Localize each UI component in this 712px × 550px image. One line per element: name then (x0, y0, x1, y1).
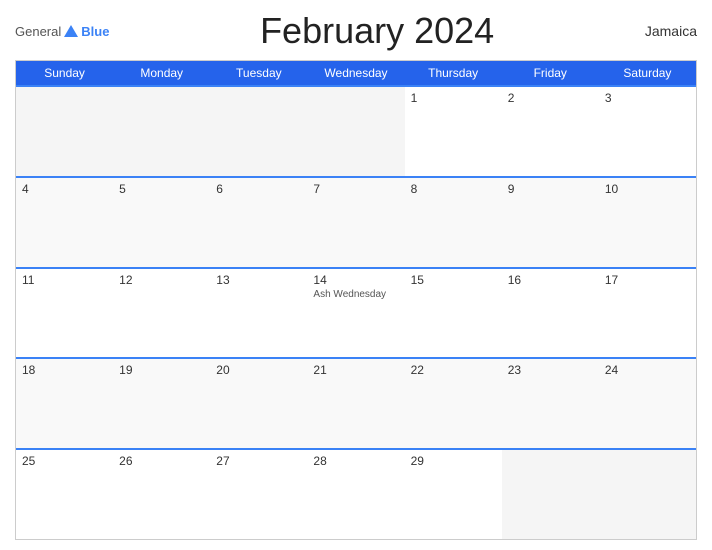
calendar-page: General Blue February 2024 Jamaica Sunda… (0, 0, 712, 550)
day-cell: 4 (16, 178, 113, 267)
day-cell: 10 (599, 178, 696, 267)
day-number: 10 (605, 182, 690, 196)
week-row-1: 123 (16, 85, 696, 176)
logo-triangle-icon (64, 25, 78, 37)
day-cell (307, 87, 404, 176)
day-header-thursday: Thursday (405, 61, 502, 85)
day-cell: 1 (405, 87, 502, 176)
day-cell: 3 (599, 87, 696, 176)
day-number: 4 (22, 182, 107, 196)
calendar-grid: SundayMondayTuesdayWednesdayThursdayFrid… (15, 60, 697, 540)
day-number: 9 (508, 182, 593, 196)
day-number: 12 (119, 273, 204, 287)
day-header-saturday: Saturday (599, 61, 696, 85)
day-number: 2 (508, 91, 593, 105)
day-number: 21 (313, 363, 398, 377)
day-cell (16, 87, 113, 176)
day-number: 14 (313, 273, 398, 287)
day-number: 23 (508, 363, 593, 377)
day-cell: 5 (113, 178, 210, 267)
day-cell: 12 (113, 269, 210, 358)
day-number: 1 (411, 91, 496, 105)
day-cell (210, 87, 307, 176)
day-header-sunday: Sunday (16, 61, 113, 85)
day-number: 13 (216, 273, 301, 287)
logo-general: General (15, 24, 61, 39)
day-number: 11 (22, 273, 107, 287)
day-number: 20 (216, 363, 301, 377)
day-header-monday: Monday (113, 61, 210, 85)
day-cell: 11 (16, 269, 113, 358)
day-cell: 14 Ash Wednesday (307, 269, 404, 358)
day-number: 7 (313, 182, 398, 196)
logo-blue: Blue (81, 24, 109, 39)
day-number: 27 (216, 454, 301, 468)
day-cell: 28 (307, 450, 404, 539)
day-number: 5 (119, 182, 204, 196)
day-cell: 18 (16, 359, 113, 448)
day-header-wednesday: Wednesday (307, 61, 404, 85)
day-header-tuesday: Tuesday (210, 61, 307, 85)
day-cell (113, 87, 210, 176)
day-cell: 21 (307, 359, 404, 448)
day-cell: 19 (113, 359, 210, 448)
day-number: 25 (22, 454, 107, 468)
day-number: 26 (119, 454, 204, 468)
day-number: 24 (605, 363, 690, 377)
day-cell: 22 (405, 359, 502, 448)
day-headers-row: SundayMondayTuesdayWednesdayThursdayFrid… (16, 61, 696, 85)
day-cell: 24 (599, 359, 696, 448)
day-cell: 2 (502, 87, 599, 176)
day-cell: 6 (210, 178, 307, 267)
day-cell: 26 (113, 450, 210, 539)
page-title: February 2024 (260, 10, 494, 52)
header: General Blue February 2024 Jamaica (15, 10, 697, 52)
event-label: Ash Wednesday (313, 289, 398, 300)
day-number: 18 (22, 363, 107, 377)
day-number: 19 (119, 363, 204, 377)
week-row-3: 11 12 13 14 Ash Wednesday 15 16 17 (16, 267, 696, 358)
day-cell: 16 (502, 269, 599, 358)
logo: General Blue (15, 24, 109, 39)
day-cell: 9 (502, 178, 599, 267)
day-number: 16 (508, 273, 593, 287)
day-number: 17 (605, 273, 690, 287)
day-cell: 23 (502, 359, 599, 448)
day-number: 22 (411, 363, 496, 377)
day-cell: 15 (405, 269, 502, 358)
day-cell: 17 (599, 269, 696, 358)
week-row-5: 25 26 27 28 29 (16, 448, 696, 539)
weeks-container: 1234567891011121314Ash Wednesday15161718… (16, 85, 696, 539)
day-header-friday: Friday (502, 61, 599, 85)
day-number: 15 (411, 273, 496, 287)
day-cell: 27 (210, 450, 307, 539)
day-cell: 7 (307, 178, 404, 267)
week-row-4: 18 19 20 21 22 23 24 (16, 357, 696, 448)
day-cell: 25 (16, 450, 113, 539)
day-number: 6 (216, 182, 301, 196)
week-row-2: 456789 10 (16, 176, 696, 267)
day-cell: 8 (405, 178, 502, 267)
day-cell: 13 (210, 269, 307, 358)
day-cell (502, 450, 599, 539)
day-number: 29 (411, 454, 496, 468)
day-number: 28 (313, 454, 398, 468)
country-label: Jamaica (645, 23, 697, 39)
day-cell: 29 (405, 450, 502, 539)
day-number: 8 (411, 182, 496, 196)
day-cell (599, 450, 696, 539)
day-cell: 20 (210, 359, 307, 448)
day-number: 3 (605, 91, 690, 105)
